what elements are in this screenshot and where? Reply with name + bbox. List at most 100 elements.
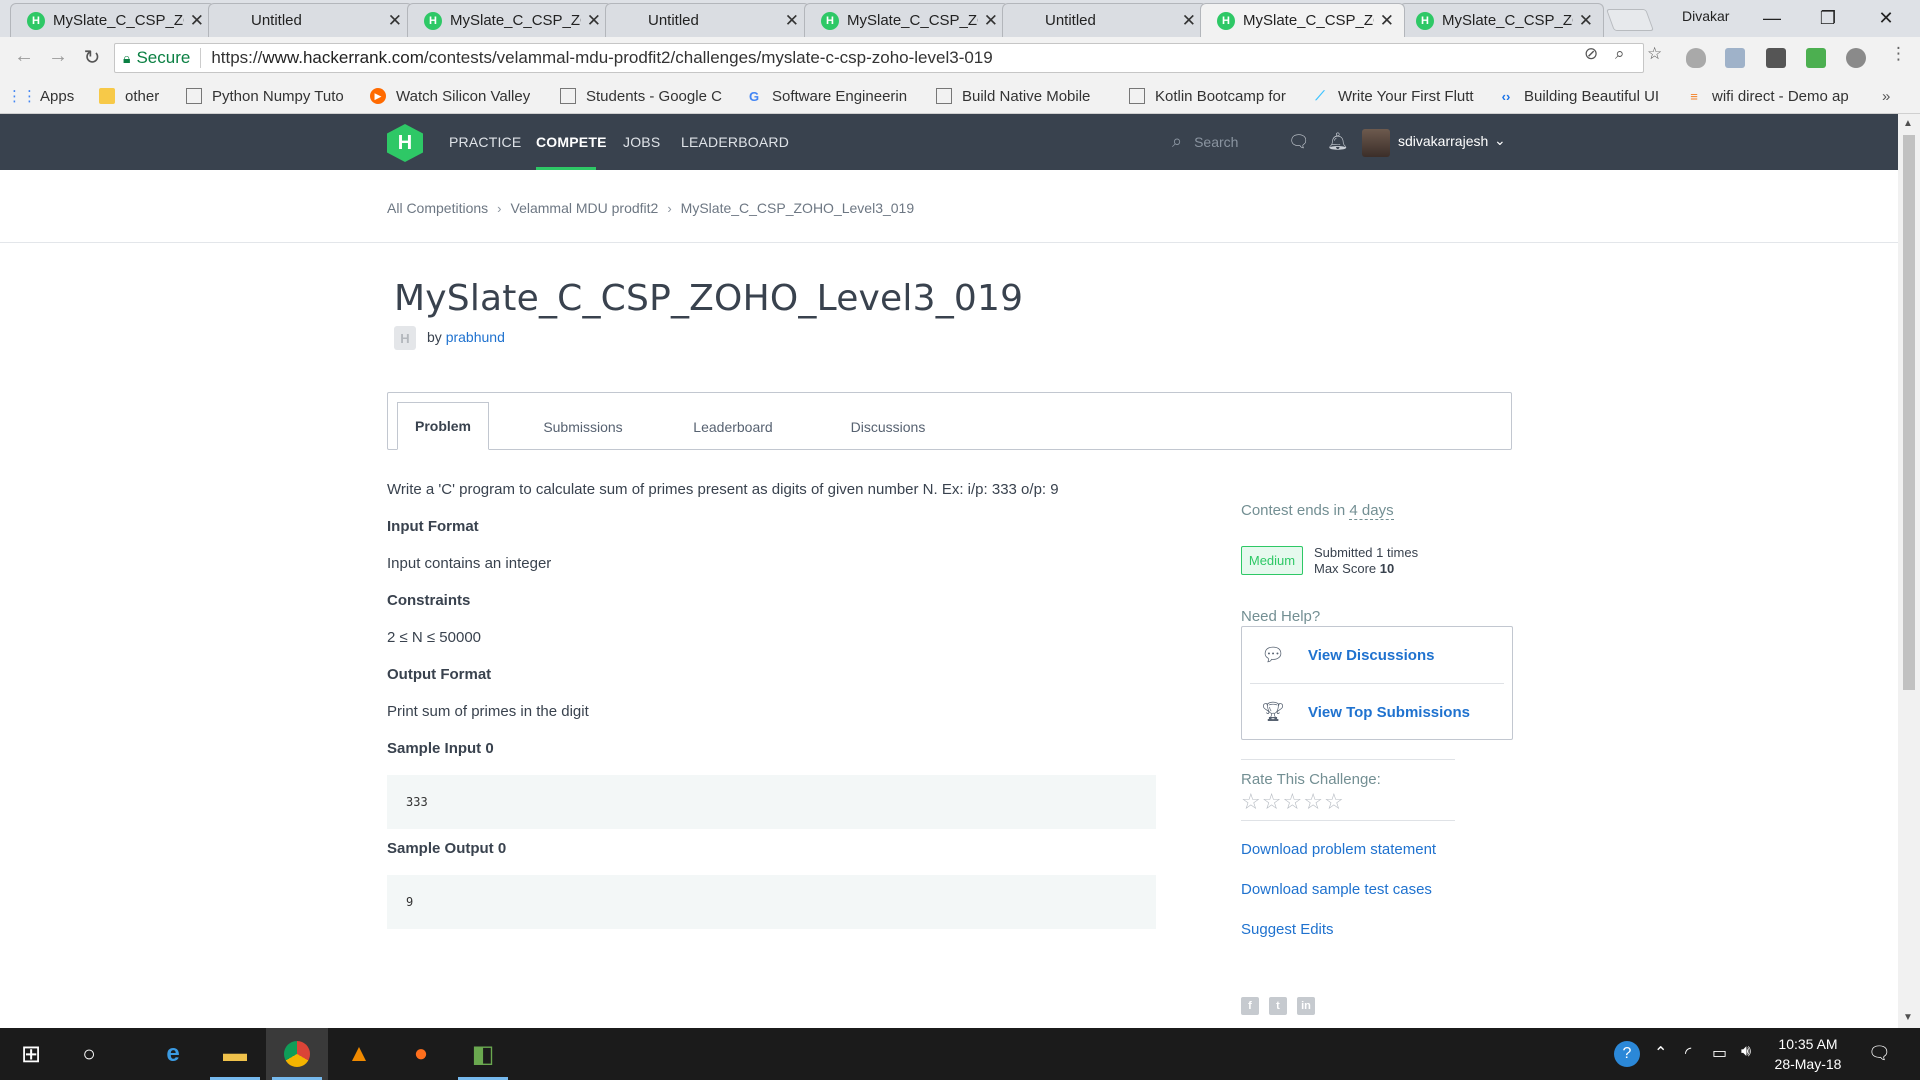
scroll-up-arrow-icon[interactable]: ▲ xyxy=(1903,118,1913,129)
star-icon[interactable]: ☆ xyxy=(1241,789,1262,814)
view-discussions-link[interactable]: 💬︎ View Discussions xyxy=(1250,627,1504,683)
nav-jobs[interactable]: JOBS xyxy=(623,134,660,150)
linkedin-icon[interactable]: in xyxy=(1297,997,1315,1015)
nav-compete[interactable]: COMPETE xyxy=(536,134,607,150)
chrome-browser-icon[interactable] xyxy=(266,1028,328,1080)
close-icon[interactable]: ✕ xyxy=(190,11,204,31)
bookmark-item[interactable]: ‹› Building Beautiful UI xyxy=(1498,85,1664,107)
window-close-icon[interactable]: ✕ xyxy=(1864,4,1908,32)
new-tab-button[interactable] xyxy=(1605,9,1655,31)
android-studio-icon[interactable]: ◧ xyxy=(452,1028,514,1080)
page-scrollbar[interactable]: ▲ ▼ xyxy=(1898,114,1920,1028)
back-arrow-icon[interactable]: ← xyxy=(10,45,38,68)
browser-tab[interactable]: Untitled ✕ xyxy=(605,3,810,37)
rating-stars[interactable]: ☆☆☆☆☆ xyxy=(1241,789,1345,815)
close-icon[interactable]: ✕ xyxy=(984,11,998,31)
avatar[interactable] xyxy=(1362,129,1390,157)
view-top-submissions-link[interactable]: 🏆︎ View Top Submissions xyxy=(1250,684,1504,740)
restore-icon[interactable]: ❐ xyxy=(1806,4,1850,32)
star-icon[interactable]: ☆ xyxy=(1262,789,1283,814)
author-link[interactable]: prabhund xyxy=(446,329,505,345)
bookmark-item[interactable]: Python Numpy Tuto xyxy=(186,85,358,107)
browser-tab[interactable]: Untitled ✕ xyxy=(208,3,413,37)
more-bookmarks-icon[interactable]: » xyxy=(1882,85,1890,107)
edge-browser-icon[interactable]: e xyxy=(142,1028,204,1080)
close-icon[interactable]: ✕ xyxy=(1380,11,1394,31)
lightbulb-extension-icon[interactable] xyxy=(1766,48,1786,68)
green-download-extension-icon[interactable] xyxy=(1806,48,1826,68)
help-tray-icon[interactable]: ? xyxy=(1614,1041,1640,1067)
tab-problem[interactable]: Problem xyxy=(397,402,489,450)
star-icon[interactable]: ☆ xyxy=(1282,789,1303,814)
hackerrank-logo-icon[interactable]: H xyxy=(387,124,423,162)
messages-icon[interactable]: 🗨︎ xyxy=(1288,132,1310,152)
close-icon[interactable]: ✕ xyxy=(587,11,601,31)
tab-discussions[interactable]: Discussions xyxy=(833,403,943,451)
browser-tab-active[interactable]: H MySlate_C_CSP_ZOHO ✕ xyxy=(1200,3,1405,37)
bookmark-item[interactable]: ⟋ Write Your First Flutt xyxy=(1312,85,1478,107)
bookmark-item[interactable]: Build Native Mobile xyxy=(936,85,1102,107)
nav-practice[interactable]: PRACTICE xyxy=(449,134,521,150)
zoom-icon[interactable]: ⌕ xyxy=(1615,44,1625,64)
close-icon[interactable]: ✕ xyxy=(388,11,402,31)
browser-tab[interactable]: H MySlate_C_CSP_ZOHO ✕ xyxy=(407,3,612,37)
globe-extension-icon[interactable] xyxy=(1846,48,1866,68)
show-hidden-icons-chevron-icon[interactable]: ⌃ xyxy=(1654,1043,1667,1063)
file-explorer-icon[interactable]: ▬ xyxy=(204,1028,266,1080)
profile-name[interactable]: Divakar xyxy=(1682,8,1729,24)
browser-tab[interactable]: H MySlate_C_CSP_ZOHO ✕ xyxy=(10,3,215,37)
download-problem-statement-link[interactable]: Download problem statement xyxy=(1241,841,1436,858)
bookmark-item[interactable]: ▶ Watch Silicon Valley xyxy=(370,85,542,107)
shield-extension-icon[interactable] xyxy=(1686,48,1706,68)
bookmark-item[interactable]: Kotlin Bootcamp for xyxy=(1129,85,1291,107)
username[interactable]: sdivakarrajesh xyxy=(1398,133,1488,149)
star-icon[interactable]: ☆ xyxy=(1324,789,1345,814)
forward-arrow-icon[interactable]: → xyxy=(44,45,72,68)
challenge-tabs: Problem Submissions Leaderboard Discussi… xyxy=(387,392,1512,450)
browser-tab[interactable]: H MySlate_C_CSP_ZOHO ✕ xyxy=(804,3,1009,37)
tab-submissions[interactable]: Submissions xyxy=(528,403,638,451)
close-icon[interactable]: ✕ xyxy=(1182,11,1196,31)
bookmark-apps[interactable]: ⋮⋮ Apps xyxy=(7,85,74,107)
system-clock[interactable]: 10:35 AM 28-May-18 xyxy=(1768,1034,1848,1074)
vlc-player-icon[interactable]: ▲ xyxy=(328,1028,390,1080)
address-bar[interactable]: 🔒︎ Secure https://www.hackerrank.com/con… xyxy=(114,43,1644,73)
download-sample-test-cases-link[interactable]: Download sample test cases xyxy=(1241,881,1432,898)
download-extension-icon[interactable] xyxy=(1725,48,1745,68)
battery-icon[interactable]: ▭ xyxy=(1712,1043,1727,1063)
translate-icon[interactable]: ⊘ xyxy=(1584,44,1598,64)
close-icon[interactable]: ✕ xyxy=(785,11,799,31)
twitter-icon[interactable]: t xyxy=(1269,997,1287,1015)
star-icon[interactable]: ☆ xyxy=(1303,789,1324,814)
bookmark-label: Students - Google C xyxy=(586,87,722,105)
minimize-icon[interactable]: — xyxy=(1750,4,1794,32)
scroll-down-arrow-icon[interactable]: ▼ xyxy=(1903,1012,1913,1023)
url-text[interactable]: https://www.hackerrank.com/contests/vela… xyxy=(211,48,992,68)
browser-tab[interactable]: Untitled ✕ xyxy=(1002,3,1207,37)
bookmark-item[interactable]: ≡ wifi direct - Demo ap xyxy=(1686,85,1858,107)
breadcrumb-all-competitions[interactable]: All Competitions xyxy=(387,200,488,216)
chevron-down-icon[interactable]: ⌄ xyxy=(1494,132,1506,149)
suggest-edits-link[interactable]: Suggest Edits xyxy=(1241,921,1334,938)
cortana-search-icon[interactable]: ○ xyxy=(58,1028,120,1080)
menu-kebab-icon[interactable]: ⋮ xyxy=(1890,44,1907,64)
windows-start-icon[interactable]: ⊞ xyxy=(0,1028,62,1080)
notifications-bell-icon[interactable]: 🔔︎ xyxy=(1327,132,1349,152)
breadcrumb-contest[interactable]: Velammal MDU prodfit2 xyxy=(511,200,659,216)
reload-icon[interactable]: ↻ xyxy=(78,45,106,70)
facebook-icon[interactable]: f xyxy=(1241,997,1259,1015)
volume-icon[interactable]: 🔊︎ xyxy=(1741,1043,1751,1061)
firefox-browser-icon[interactable]: ● xyxy=(390,1028,452,1080)
wifi-icon[interactable]: ◜ xyxy=(1685,1043,1691,1063)
browser-tab[interactable]: H MySlate_C_CSP_ZOHO ✕ xyxy=(1399,3,1604,37)
search-input[interactable]: ⌕ Search xyxy=(1172,131,1238,152)
close-icon[interactable]: ✕ xyxy=(1579,11,1593,31)
bookmark-other[interactable]: other xyxy=(99,85,159,107)
nav-leaderboard[interactable]: LEADERBOARD xyxy=(681,134,789,150)
scrollbar-thumb[interactable] xyxy=(1903,135,1915,690)
action-center-icon[interactable]: 🗨︎ xyxy=(1868,1043,1891,1064)
bookmark-item[interactable]: Students - Google C xyxy=(560,85,730,107)
bookmark-item[interactable]: G Software Engineerin xyxy=(746,85,916,107)
tab-leaderboard[interactable]: Leaderboard xyxy=(678,403,788,451)
bookmark-star-icon[interactable]: ☆ xyxy=(1647,44,1662,64)
